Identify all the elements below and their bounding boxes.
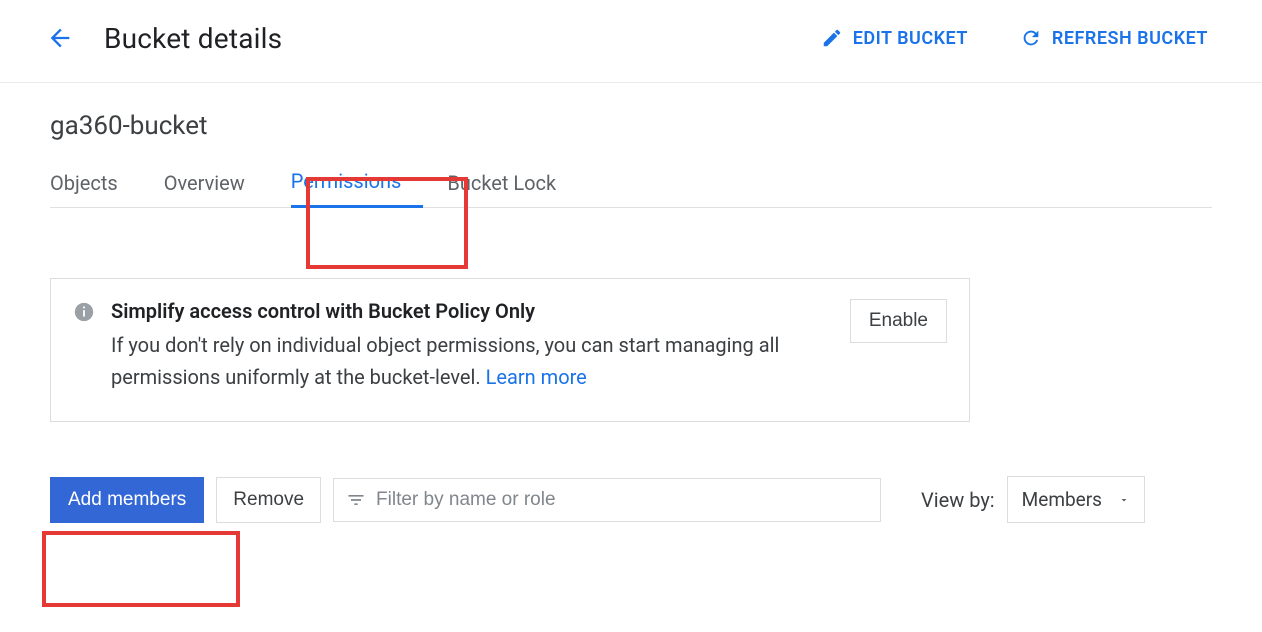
- info-icon: [73, 301, 97, 325]
- learn-more-link[interactable]: Learn more: [486, 365, 587, 389]
- arrow-back-icon: [46, 24, 74, 52]
- edit-bucket-button[interactable]: EDIT BUCKET: [807, 21, 982, 55]
- filter-input[interactable]: [376, 489, 868, 511]
- content-area: ga360-bucket Objects Overview Permission…: [0, 83, 1262, 551]
- permissions-toolbar: Add members Remove View by: Members: [50, 476, 1212, 523]
- remove-button[interactable]: Remove: [216, 477, 321, 523]
- view-by-value: Members: [1022, 488, 1102, 511]
- view-by-select[interactable]: Members: [1007, 476, 1145, 523]
- info-body: If you don't rely on individual object p…: [111, 329, 814, 393]
- view-by-label: View by:: [921, 488, 995, 512]
- refresh-bucket-label: REFRESH BUCKET: [1052, 28, 1208, 49]
- page-title: Bucket details: [104, 22, 282, 55]
- filter-box[interactable]: [333, 478, 881, 522]
- tab-permissions[interactable]: Permissions: [291, 155, 424, 208]
- filter-icon: [346, 490, 366, 510]
- tab-bucket-lock[interactable]: Bucket Lock: [447, 157, 578, 207]
- refresh-icon: [1020, 27, 1042, 49]
- page-header: Bucket details EDIT BUCKET REFRESH BUCKE…: [0, 0, 1262, 83]
- add-members-button[interactable]: Add members: [50, 477, 204, 523]
- tab-overview[interactable]: Overview: [164, 157, 267, 207]
- refresh-bucket-button[interactable]: REFRESH BUCKET: [1006, 21, 1222, 55]
- info-text: Simplify access control with Bucket Poli…: [111, 299, 814, 393]
- enable-button[interactable]: Enable: [850, 299, 947, 343]
- bucket-name: ga360-bucket: [50, 111, 1212, 141]
- info-title: Simplify access control with Bucket Poli…: [111, 299, 814, 323]
- edit-bucket-label: EDIT BUCKET: [853, 28, 968, 49]
- info-card: Simplify access control with Bucket Poli…: [50, 278, 970, 422]
- tab-objects[interactable]: Objects: [50, 157, 140, 207]
- info-body-text: If you don't rely on individual object p…: [111, 333, 779, 389]
- back-button[interactable]: [40, 18, 80, 58]
- dropdown-icon: [1118, 494, 1130, 506]
- tab-bar: Objects Overview Permissions Bucket Lock: [50, 155, 1212, 208]
- pencil-icon: [821, 27, 843, 49]
